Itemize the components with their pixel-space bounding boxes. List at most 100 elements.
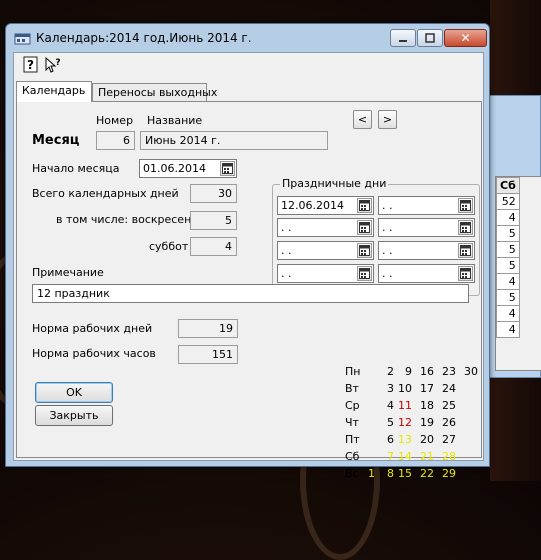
calendar-picker-button[interactable] [458, 220, 473, 235]
holiday-date-field[interactable]: . . [378, 196, 475, 215]
close-window-button[interactable]: ✕ [444, 29, 487, 47]
total-days-label: Всего календарных дней [32, 187, 179, 200]
context-help-icon[interactable]: ? [44, 56, 62, 74]
calendar-icon [359, 222, 370, 233]
calendar-icon [460, 245, 471, 256]
holiday-date-value: . . [382, 267, 393, 280]
month-label: Месяц [32, 133, 80, 148]
background-table-cell: 52 [496, 193, 520, 210]
minimize-button[interactable] [390, 29, 416, 47]
calendar-icon [460, 222, 471, 233]
calendar-day[interactable]: 3 [376, 382, 394, 395]
holiday-date-value: . . [281, 267, 292, 280]
norm-hours-label: Норма рабочих часов [32, 347, 156, 360]
weekday-label: Чт [345, 416, 359, 429]
background-table-cell: 5 [496, 225, 520, 242]
holiday-date-value: . . [281, 221, 292, 234]
start-month-date-field[interactable]: 01.06.2014 [139, 159, 237, 178]
saturdays-field: 4 [190, 237, 237, 256]
holiday-date-field[interactable]: 12.06.2014 [277, 196, 374, 215]
calendar-day[interactable]: 30 [460, 365, 478, 378]
calendar-day[interactable]: 21 [416, 450, 434, 463]
calendar-day[interactable]: 11 [394, 399, 412, 412]
holiday-date-field[interactable]: . . [378, 264, 475, 283]
note-field[interactable]: 12 праздник [32, 284, 469, 303]
calendar-picker-button[interactable] [458, 243, 473, 258]
background-table-cell: 5 [496, 257, 520, 274]
calendar-picker-button[interactable] [458, 266, 473, 281]
calendar-window: Календарь:2014 год.Июнь 2014 г. ✕ ? ? Ка… [5, 23, 490, 480]
window-client-area: ? ? Календарь Переносы выходных Номер На… [13, 52, 484, 480]
calendar-picker-button[interactable] [357, 243, 372, 258]
calendar-day[interactable]: 27 [438, 433, 456, 446]
calendar-day[interactable]: 5 [376, 416, 394, 429]
calendar-day[interactable]: 4 [376, 399, 394, 412]
calendar-day[interactable]: 6 [376, 433, 394, 446]
background-table-cell: 4 [496, 209, 520, 226]
calendar-day[interactable]: 28 [438, 450, 456, 463]
weekday-label: Сб [345, 450, 360, 463]
holiday-date-value: . . [382, 221, 393, 234]
maximize-icon [425, 33, 435, 43]
calendar-day[interactable]: 18 [416, 399, 434, 412]
calendar-day[interactable]: 1 [357, 467, 375, 480]
calendar-picker-button[interactable] [357, 198, 372, 213]
svg-text:?: ? [27, 58, 34, 72]
calendar-picker-button[interactable] [458, 198, 473, 213]
calendar-day[interactable]: 19 [416, 416, 434, 429]
calendar-picker-button[interactable] [357, 220, 372, 235]
background-table-cell: 4 [496, 305, 520, 322]
calendar-day[interactable]: 16 [416, 365, 434, 378]
tab-calendar[interactable]: Календарь [16, 81, 92, 102]
close-button[interactable]: Закрыть [35, 405, 113, 426]
background-table: Сб 52 4 5 5 5 4 5 4 4 [496, 177, 520, 338]
calendar-day[interactable]: 14 [394, 450, 412, 463]
background-window[interactable]: Сб 52 4 5 5 5 4 5 4 4 [488, 95, 541, 378]
maximize-button[interactable] [417, 29, 443, 47]
close-icon: ✕ [460, 31, 471, 45]
calendar-day[interactable]: 15 [394, 467, 412, 480]
calendar-day[interactable]: 29 [438, 467, 456, 480]
background-table-cell: 4 [496, 273, 520, 290]
norm-hours-field: 151 [178, 345, 238, 364]
holiday-date-field[interactable]: . . [277, 241, 374, 260]
background-table-cell: 5 [496, 289, 520, 306]
calendar-day[interactable]: 8 [376, 467, 394, 480]
calendar-day[interactable]: 13 [394, 433, 412, 446]
calendar-day[interactable]: 22 [416, 467, 434, 480]
calendar-picker-button[interactable] [220, 161, 235, 176]
holiday-date-value: . . [382, 199, 393, 212]
calendar-icon [460, 268, 471, 279]
calendar-day[interactable]: 2 [376, 365, 394, 378]
weekday-label: Вт [345, 382, 359, 395]
holiday-date-field[interactable]: . . [378, 218, 475, 237]
window-title: Календарь:2014 год.Июнь 2014 г. [36, 31, 252, 45]
calendar-day[interactable]: 12 [394, 416, 412, 429]
holiday-date-field[interactable]: . . [277, 264, 374, 283]
weekday-label: Пн [345, 365, 361, 378]
calendar-day[interactable]: 20 [416, 433, 434, 446]
title-bar[interactable]: Календарь:2014 год.Июнь 2014 г. ✕ [6, 24, 489, 52]
calendar-picker-button[interactable] [357, 266, 372, 281]
holiday-date-field[interactable]: . . [277, 218, 374, 237]
calendar-day[interactable]: 9 [394, 365, 412, 378]
calendar-day[interactable]: 17 [416, 382, 434, 395]
calendar-day[interactable]: 24 [438, 382, 456, 395]
holiday-date-field[interactable]: . . [378, 241, 475, 260]
svg-text:?: ? [55, 58, 60, 68]
help-icon[interactable]: ? [22, 56, 40, 74]
next-month-button[interactable]: > [378, 110, 397, 129]
tab-weekend-transfers[interactable]: Переносы выходных [92, 83, 217, 101]
background-table-area: Сб 52 4 5 5 5 4 5 4 4 [495, 176, 541, 371]
total-days-field: 30 [190, 184, 237, 203]
holiday-date-value: . . [382, 244, 393, 257]
calendar-day[interactable]: 10 [394, 382, 412, 395]
calendar-day[interactable]: 23 [438, 365, 456, 378]
note-label: Примечание [32, 266, 104, 279]
calendar-day[interactable]: 7 [376, 450, 394, 463]
prev-month-button[interactable]: < [353, 110, 372, 129]
calendar-day[interactable]: 25 [438, 399, 456, 412]
ok-button[interactable]: OK [35, 382, 113, 403]
holiday-date-value: . . [281, 244, 292, 257]
calendar-day[interactable]: 26 [438, 416, 456, 429]
